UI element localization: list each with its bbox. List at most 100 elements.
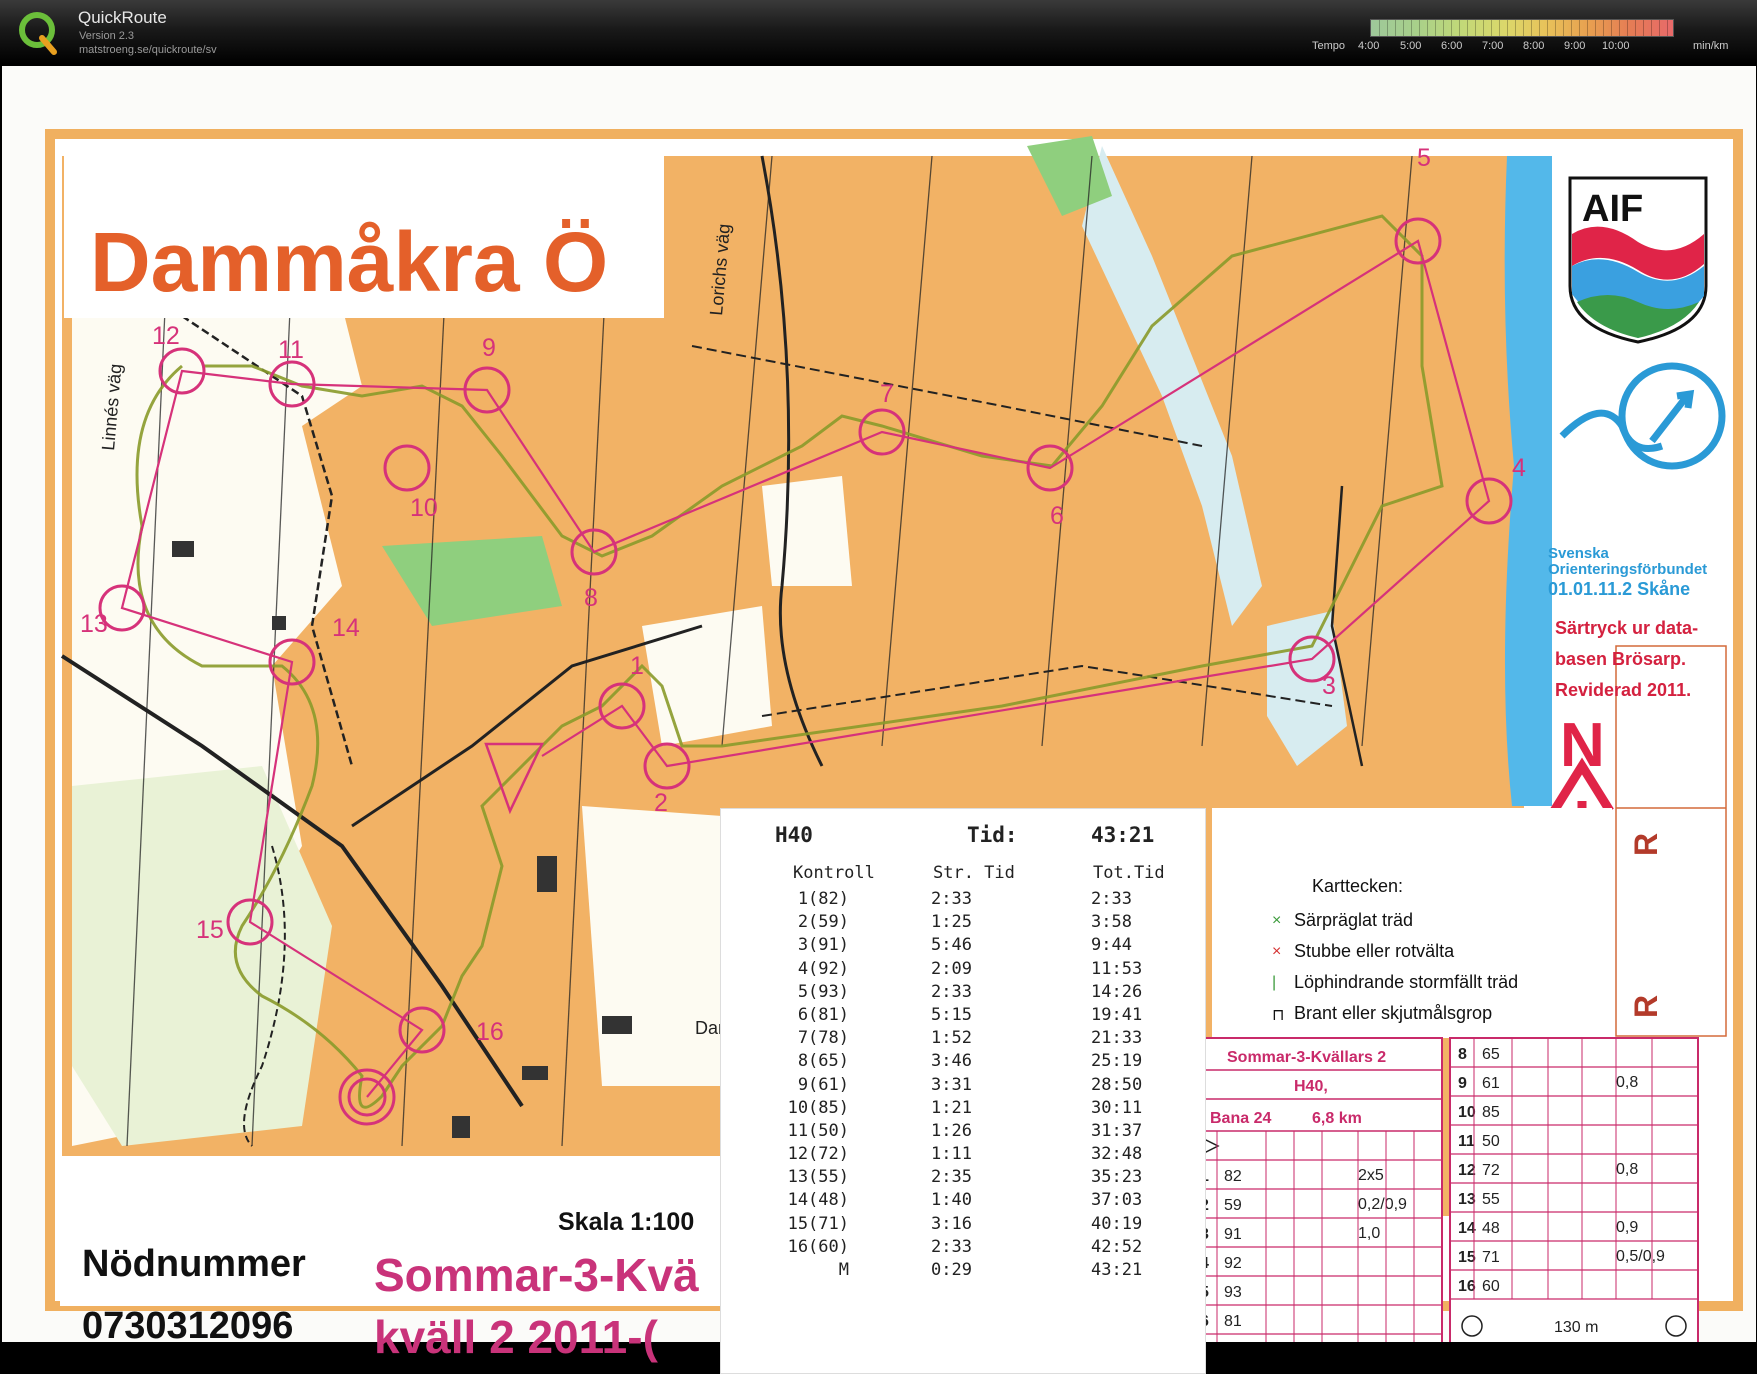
split-row: 5(93) 2:33 14:26 <box>721 982 1205 1005</box>
tempo-label: Tempo <box>1312 40 1346 52</box>
legend-symbol-icon: | <box>1272 974 1277 991</box>
split-split: 1:25 <box>931 912 972 933</box>
reprint-note: Särtryck ur data- basen Brösarp. Revider… <box>1555 613 1698 706</box>
split-row: 1(82) 2:33 2:33 <box>721 889 1205 912</box>
cd-event-name: Sommar-3-Kvällars 2 <box>1227 1049 1386 1066</box>
tempo-scale-segment <box>1595 20 1596 36</box>
tempo-scale-segment <box>1499 20 1500 36</box>
tempo-scale-segment <box>1419 20 1420 36</box>
tempo-scale-segment <box>1555 20 1556 36</box>
map-legend: Karttecken: × Särpräglat träd × Stubbe elle… <box>1272 876 1612 1034</box>
split-control: 5(93) <box>797 981 849 1002</box>
cd-class: H40, <box>1294 1078 1328 1095</box>
cd-row-code: 85 <box>1482 1104 1500 1121</box>
control-number: 10 <box>410 494 438 522</box>
split-total: 35:23 <box>1091 1167 1143 1188</box>
split-control: 1(82) <box>797 889 849 909</box>
cd-row-code: 59 <box>1224 1197 1242 1214</box>
split-control: 16(60) <box>787 1236 849 1257</box>
control-number: 8 <box>584 584 598 612</box>
split-control: 3(91) <box>797 935 849 956</box>
legend-text: Löphindrande stormfällt träd <box>1294 972 1519 992</box>
control-number: 4 <box>1512 454 1526 482</box>
split-row: 4(92) 2:09 11:53 <box>721 959 1205 982</box>
split-control: 6(81) <box>797 1004 849 1025</box>
tempo-scale-segment <box>1451 20 1452 36</box>
federation-line: Svenska <box>1548 545 1609 562</box>
split-row: 3(91) 5:46 9:44 <box>721 935 1205 958</box>
split-row: 8(65) 3:46 25:19 <box>721 1051 1205 1074</box>
tempo-scale-segment <box>1635 20 1636 36</box>
split-control: 8(65) <box>797 1051 849 1072</box>
cd-row-code: 72 <box>1482 1162 1500 1179</box>
control-number: 16 <box>476 1018 504 1046</box>
split-control: 12(72) <box>787 1144 849 1165</box>
split-row: M 0:29 43:21 <box>721 1260 1205 1283</box>
tempo-scale-segment <box>1659 20 1660 36</box>
tempo-scale-segment <box>1627 20 1628 36</box>
split-total: 11:53 <box>1091 958 1143 979</box>
cd-row-code: 91 <box>1224 1226 1242 1243</box>
control-number: 12 <box>152 322 180 350</box>
split-row: 2(59) 1:25 3:58 <box>721 912 1205 935</box>
split-control: 9(61) <box>797 1074 849 1095</box>
cd-course: Bana 24 <box>1210 1110 1271 1127</box>
split-control: 2(59) <box>797 912 849 933</box>
legend-text: Brant eller skjutmålsgrop <box>1294 1003 1493 1023</box>
split-control: 11(50) <box>787 1120 849 1141</box>
legend-symbol-icon: × <box>1272 912 1282 929</box>
tempo-scale-segment <box>1483 20 1484 36</box>
split-row: 16(60) 2:33 42:52 <box>721 1237 1205 1260</box>
cd-row-code: 61 <box>1482 1075 1500 1092</box>
tempo-scale-segment <box>1667 20 1668 36</box>
split-total: 43:21 <box>1091 1260 1143 1280</box>
north-letter: N <box>1560 711 1605 780</box>
emergency-title: Nödnummer <box>82 1243 306 1285</box>
split-total: 28:50 <box>1091 1074 1143 1095</box>
reprint-line: basen Brösarp. <box>1555 649 1687 669</box>
split-split: 1:26 <box>931 1120 972 1141</box>
map-canvas[interactable]: 1 2 3 4 5 6 7 8 9 10 11 12 13 14 15 16 Dammåkra Ö Loric… <box>2 66 1756 1374</box>
split-times-card: H40 Tid: 43:21 Kontroll Str. Tid Tot.Tid… <box>720 808 1206 1374</box>
app-version: Version 2.3 <box>79 30 135 42</box>
split-row: 12(72) 1:11 32:48 <box>721 1144 1205 1167</box>
tempo-scale-segment <box>1443 20 1444 36</box>
app-url[interactable]: matstroeng.se/quickroute/sv <box>79 44 217 56</box>
cd-row-code: 60 <box>1482 1278 1500 1295</box>
legend-title: Karttecken: <box>1312 876 1404 896</box>
reprint-line: Särtryck ur data- <box>1555 618 1699 638</box>
tempo-scale-segment <box>1579 20 1580 36</box>
tempo-scale-segment <box>1427 20 1428 36</box>
cd-row-number: 8 <box>1458 1046 1467 1063</box>
split-split: 3:46 <box>931 1051 972 1072</box>
split-split: 3:16 <box>931 1213 972 1234</box>
control-number: 6 <box>1050 502 1064 530</box>
cd-row-code: 93 <box>1224 1284 1242 1301</box>
split-split: 0:29 <box>931 1260 972 1280</box>
cd-row-extra: 0,5/0,9 <box>1616 1248 1665 1265</box>
split-total: 30:11 <box>1091 1097 1143 1118</box>
cd-row-number: 12 <box>1458 1162 1476 1179</box>
legend-item: × Särpräglat träd <box>1272 910 1612 941</box>
white-forest-area <box>582 806 722 1086</box>
tempo-tick: 8:00 <box>1523 40 1545 52</box>
legend-text: Särpräglat träd <box>1294 910 1414 930</box>
tempo-scale-segment <box>1563 20 1564 36</box>
tempo-scale-segment <box>1531 20 1532 36</box>
split-split: 2:33 <box>931 889 972 909</box>
tempo-scale-segment <box>1619 20 1620 36</box>
cd-row-number: 10 <box>1458 1104 1476 1121</box>
split-split: 5:46 <box>931 935 972 956</box>
cd-length: 6,8 km <box>1312 1110 1362 1127</box>
col-control-header: Kontroll <box>793 863 875 883</box>
r-letter: R <box>1628 833 1664 856</box>
control-number: 3 <box>1322 672 1336 700</box>
tempo-tick: 7:00 <box>1482 40 1504 52</box>
tempo-scale-segment <box>1587 20 1588 36</box>
split-total: 32:48 <box>1091 1144 1143 1165</box>
cd-row-number: 13 <box>1458 1191 1476 1208</box>
split-split: 2:33 <box>931 1236 972 1257</box>
tempo-scale-segment <box>1491 20 1492 36</box>
tempo-scale-segment <box>1467 20 1468 36</box>
split-control: 10(85) <box>787 1097 849 1118</box>
